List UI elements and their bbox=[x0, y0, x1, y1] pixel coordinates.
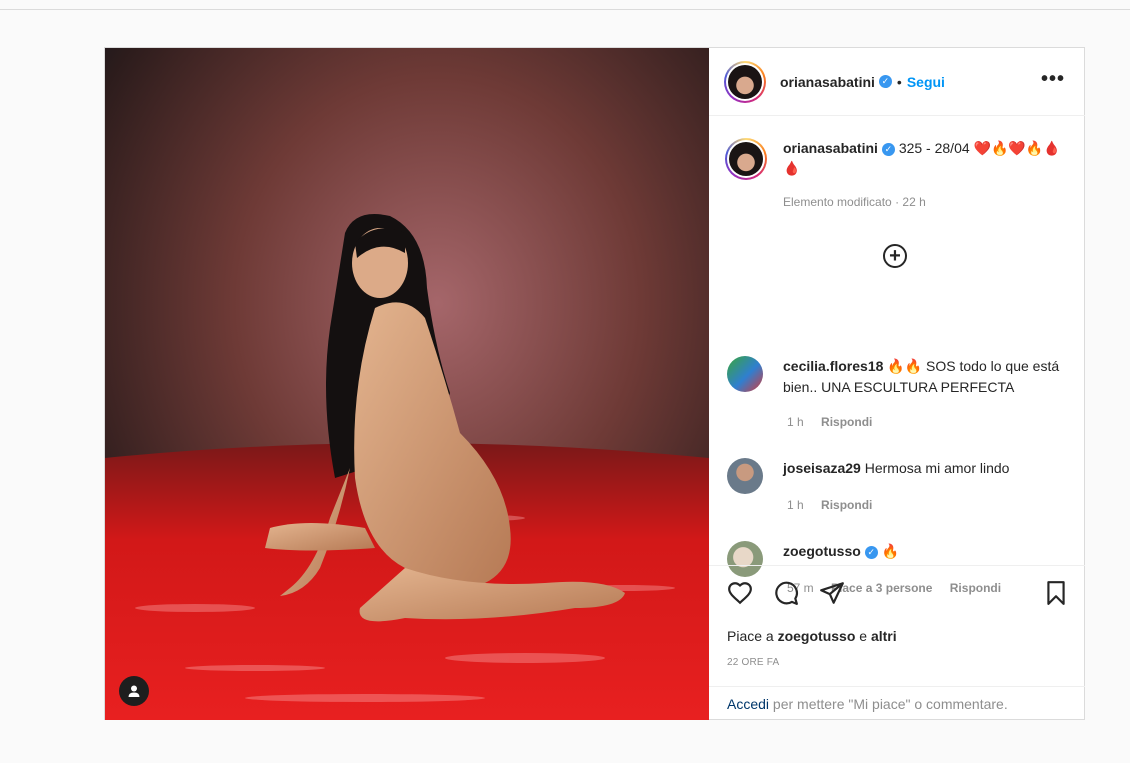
comment-time[interactable]: 1 h bbox=[787, 498, 804, 512]
comment-text: 🔥 bbox=[881, 543, 900, 559]
user-icon-glyph bbox=[128, 685, 140, 697]
reply-button[interactable]: Rispondi bbox=[821, 415, 872, 429]
verified-badge-icon: ✓ bbox=[881, 142, 895, 156]
comment-username[interactable]: cecilia.flores18 bbox=[783, 358, 883, 374]
user-icon[interactable] bbox=[119, 676, 149, 706]
comment-body: cecilia.flores18 🔥🔥 SOS todo lo que está… bbox=[783, 356, 1073, 398]
likes-summary: Piace a zoegotusso e altri bbox=[727, 628, 897, 644]
comment-meta: 1 h Rispondi bbox=[787, 415, 886, 429]
comment-text: Hermosa mi amor lindo bbox=[864, 460, 1010, 476]
comment-time[interactable]: 1 h bbox=[787, 415, 804, 429]
post-timestamp[interactable]: 22 ORE FA bbox=[727, 657, 779, 668]
comment-icon[interactable] bbox=[773, 580, 799, 606]
reply-button[interactable]: Rispondi bbox=[821, 498, 872, 512]
login-prompt: Accedi per mettere "Mi piace" o commenta… bbox=[709, 686, 1085, 721]
caption: orianasabatini ✓ 325 - 28/04 ❤️🔥❤️🔥🩸🩸 Ele… bbox=[725, 138, 1073, 212]
post-media-image[interactable] bbox=[105, 48, 709, 720]
heart-icon[interactable] bbox=[727, 580, 753, 606]
caption-avatar[interactable] bbox=[725, 138, 767, 180]
login-link[interactable]: Accedi bbox=[727, 696, 769, 712]
comments-section: orianasabatini ✓ 325 - 28/04 ❤️🔥❤️🔥🩸🩸 Ele… bbox=[709, 116, 1085, 595]
post-actions: Piace a zoegotusso e altri 22 ORE FA bbox=[709, 565, 1085, 687]
more-options-icon[interactable]: ••• bbox=[1041, 68, 1065, 91]
post-side-panel: orianasabatini ✓ • Segui ••• orianasabat… bbox=[709, 48, 1085, 720]
verified-badge-icon: ✓ bbox=[864, 545, 878, 559]
post-card: orianasabatini ✓ • Segui ••• orianasabat… bbox=[104, 47, 1085, 720]
likes-conj: e bbox=[859, 628, 868, 644]
post-photo bbox=[105, 48, 709, 720]
likes-others[interactable]: altri bbox=[871, 628, 897, 644]
edited-time[interactable]: 22 h bbox=[902, 195, 925, 209]
verified-badge-icon: ✓ bbox=[878, 75, 892, 88]
post-header: orianasabatini ✓ • Segui ••• bbox=[709, 48, 1085, 116]
author-username[interactable]: orianasabatini bbox=[780, 74, 875, 90]
comment-body: joseisaza29 Hermosa mi amor lindo bbox=[783, 458, 1073, 494]
commenter-avatar[interactable] bbox=[727, 356, 763, 392]
paper-plane-icon[interactable] bbox=[819, 580, 845, 606]
caption-username[interactable]: orianasabatini bbox=[783, 140, 878, 156]
comment-item: joseisaza29 Hermosa mi amor lindo bbox=[727, 458, 1073, 494]
author-avatar[interactable] bbox=[724, 60, 766, 103]
comment-item: cecilia.flores18 🔥🔥 SOS todo lo que está… bbox=[727, 356, 1073, 398]
comment-username[interactable]: joseisaza29 bbox=[783, 460, 861, 476]
login-text: per mettere "Mi piace" o commentare. bbox=[772, 696, 1008, 712]
header-separator: • bbox=[896, 73, 902, 90]
follow-button[interactable]: Segui bbox=[907, 74, 945, 90]
edited-meta: Elemento modificato · 22 h bbox=[783, 195, 926, 209]
commenter-avatar[interactable] bbox=[727, 458, 763, 494]
likes-user[interactable]: zoegotusso bbox=[778, 628, 856, 644]
plus-circle-icon[interactable]: + bbox=[883, 244, 907, 268]
likes-prefix: Piace a bbox=[727, 628, 774, 644]
page-top-divider bbox=[0, 9, 1130, 10]
edited-label: Elemento modificato bbox=[783, 195, 892, 209]
comment-username[interactable]: zoegotusso bbox=[783, 543, 861, 559]
bookmark-icon[interactable] bbox=[1043, 580, 1069, 606]
caption-body: orianasabatini ✓ 325 - 28/04 ❤️🔥❤️🔥🩸🩸 Ele… bbox=[783, 138, 1073, 212]
comment-meta: 1 h Rispondi bbox=[787, 498, 886, 512]
